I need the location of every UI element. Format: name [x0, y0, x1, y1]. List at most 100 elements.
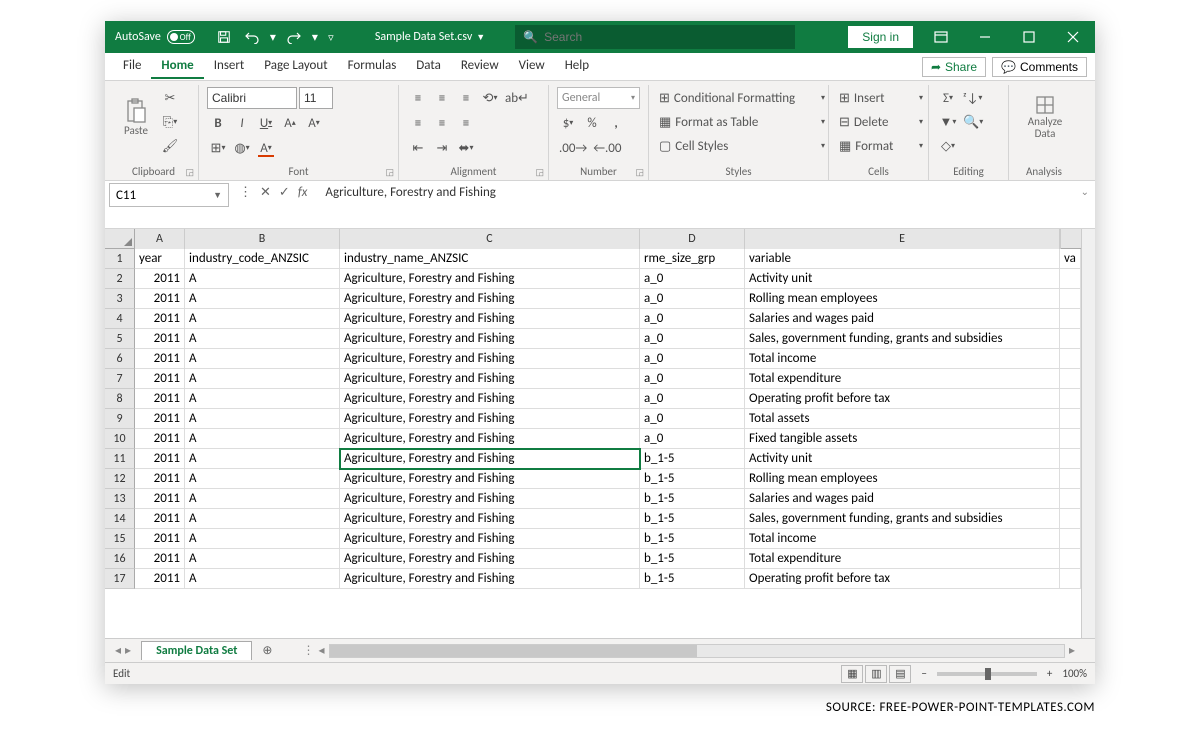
row-header[interactable]: 4: [105, 309, 135, 329]
cell[interactable]: A: [185, 269, 340, 289]
cell[interactable]: Agriculture, Forestry and Fishing: [340, 449, 640, 469]
align-left-icon[interactable]: ≡: [407, 112, 429, 134]
cell[interactable]: Total income: [745, 529, 1060, 549]
row-header[interactable]: 12: [105, 469, 135, 489]
find-select-icon[interactable]: 🔍▾: [961, 111, 985, 133]
cell[interactable]: Agriculture, Forestry and Fishing: [340, 549, 640, 569]
minimize-icon[interactable]: [963, 21, 1007, 53]
row-header[interactable]: 10: [105, 429, 135, 449]
cell[interactable]: A: [185, 469, 340, 489]
cell[interactable]: 2011: [135, 549, 185, 569]
row-header[interactable]: 17: [105, 569, 135, 589]
format-cells-button[interactable]: ▦ Format ▾: [837, 135, 925, 157]
sheet-tab-active[interactable]: Sample Data Set: [141, 641, 252, 660]
tab-file[interactable]: File: [113, 54, 151, 79]
cell[interactable]: [1060, 309, 1081, 329]
cell[interactable]: a_0: [640, 269, 745, 289]
align-right-icon[interactable]: ≡: [455, 112, 477, 134]
increase-decimal-icon[interactable]: .00→: [557, 137, 589, 159]
cell[interactable]: b_1-5: [640, 489, 745, 509]
share-button[interactable]: ➦Share: [922, 57, 986, 77]
cell[interactable]: [1060, 529, 1081, 549]
cell[interactable]: Rolling mean employees: [745, 469, 1060, 489]
maximize-icon[interactable]: [1007, 21, 1051, 53]
sheet-nav-prev-icon[interactable]: ◂: [115, 643, 121, 658]
decrease-indent-icon[interactable]: ⇤: [407, 137, 429, 159]
col-header-f[interactable]: [1060, 229, 1061, 249]
cell[interactable]: Sales, government funding, grants and su…: [745, 329, 1060, 349]
cell[interactable]: 2011: [135, 309, 185, 329]
cell[interactable]: a_0: [640, 289, 745, 309]
undo-dropdown-icon[interactable]: ▾: [267, 24, 279, 50]
redo-dropdown-icon[interactable]: ▾: [309, 24, 321, 50]
cell[interactable]: a_0: [640, 409, 745, 429]
tab-help[interactable]: Help: [555, 54, 599, 79]
cell[interactable]: 2011: [135, 449, 185, 469]
qat-customize-icon[interactable]: ▿: [323, 24, 339, 50]
clipboard-dialog-icon[interactable]: ◲: [185, 167, 194, 178]
paste-button[interactable]: Paste: [117, 87, 155, 147]
cell[interactable]: a_0: [640, 369, 745, 389]
cell[interactable]: Agriculture, Forestry and Fishing: [340, 529, 640, 549]
row-header[interactable]: 16: [105, 549, 135, 569]
row-header[interactable]: 6: [105, 349, 135, 369]
cell[interactable]: b_1-5: [640, 509, 745, 529]
search-box[interactable]: 🔍: [515, 25, 795, 49]
increase-indent-icon[interactable]: ⇥: [431, 137, 453, 159]
cell[interactable]: A: [185, 489, 340, 509]
search-input[interactable]: [544, 30, 787, 44]
cell[interactable]: A: [185, 509, 340, 529]
cancel-formula-icon[interactable]: ✕: [260, 185, 271, 200]
cell[interactable]: A: [185, 409, 340, 429]
fx-icon[interactable]: fx: [298, 185, 308, 200]
row-header[interactable]: 15: [105, 529, 135, 549]
tab-formulas[interactable]: Formulas: [338, 54, 407, 79]
format-painter-icon[interactable]: 🖌: [159, 135, 181, 157]
cell[interactable]: [1060, 349, 1081, 369]
tab-view[interactable]: View: [509, 54, 555, 79]
page-layout-view-icon[interactable]: ▥: [865, 665, 887, 683]
cell[interactable]: Salaries and wages paid: [745, 489, 1060, 509]
cell[interactable]: a_0: [640, 349, 745, 369]
expand-formula-bar-icon[interactable]: ⌄: [1081, 185, 1089, 198]
cell[interactable]: 2011: [135, 329, 185, 349]
cell[interactable]: 2011: [135, 529, 185, 549]
cell-grid[interactable]: 1yearindustry_code_ANZSICindustry_name_A…: [105, 249, 1081, 638]
tab-data[interactable]: Data: [406, 54, 451, 79]
cell[interactable]: 2011: [135, 469, 185, 489]
font-color-icon[interactable]: A ▾: [255, 137, 277, 159]
cell[interactable]: Agriculture, Forestry and Fishing: [340, 349, 640, 369]
cell[interactable]: va: [1060, 249, 1081, 269]
col-header-C[interactable]: C: [340, 229, 640, 249]
cell[interactable]: [1060, 449, 1081, 469]
autosum-icon[interactable]: Σ▾: [937, 87, 959, 109]
delete-cells-button[interactable]: ⊟ Delete ▾: [837, 111, 925, 133]
cell[interactable]: Agriculture, Forestry and Fishing: [340, 429, 640, 449]
cell[interactable]: 2011: [135, 369, 185, 389]
add-sheet-icon[interactable]: ⊕: [252, 643, 282, 658]
vertical-scrollbar[interactable]: [1081, 229, 1095, 638]
row-header[interactable]: 1: [105, 249, 135, 269]
cell[interactable]: industry_name_ANZSIC: [340, 249, 640, 269]
cell[interactable]: A: [185, 549, 340, 569]
cell[interactable]: [1060, 409, 1081, 429]
cell[interactable]: 2011: [135, 389, 185, 409]
cell[interactable]: Activity unit: [745, 449, 1060, 469]
cell[interactable]: 2011: [135, 429, 185, 449]
cell[interactable]: Fixed tangible assets: [745, 429, 1060, 449]
cell[interactable]: A: [185, 289, 340, 309]
cell[interactable]: 2011: [135, 489, 185, 509]
close-icon[interactable]: [1051, 21, 1095, 53]
wrap-text-icon[interactable]: ab↵: [503, 87, 531, 109]
align-center-icon[interactable]: ≡: [431, 112, 453, 134]
autosave-control[interactable]: AutoSave Off: [105, 30, 205, 44]
align-middle-icon[interactable]: ≡: [431, 87, 453, 109]
fill-icon[interactable]: ▼▾: [937, 111, 959, 133]
ribbon-display-icon[interactable]: [919, 21, 963, 53]
merge-center-icon[interactable]: ⬌▾: [455, 137, 477, 159]
cell[interactable]: Activity unit: [745, 269, 1060, 289]
name-box[interactable]: C11 ▼: [109, 183, 229, 207]
cell[interactable]: Agriculture, Forestry and Fishing: [340, 369, 640, 389]
cell[interactable]: A: [185, 369, 340, 389]
accounting-icon[interactable]: $▾: [557, 112, 579, 134]
